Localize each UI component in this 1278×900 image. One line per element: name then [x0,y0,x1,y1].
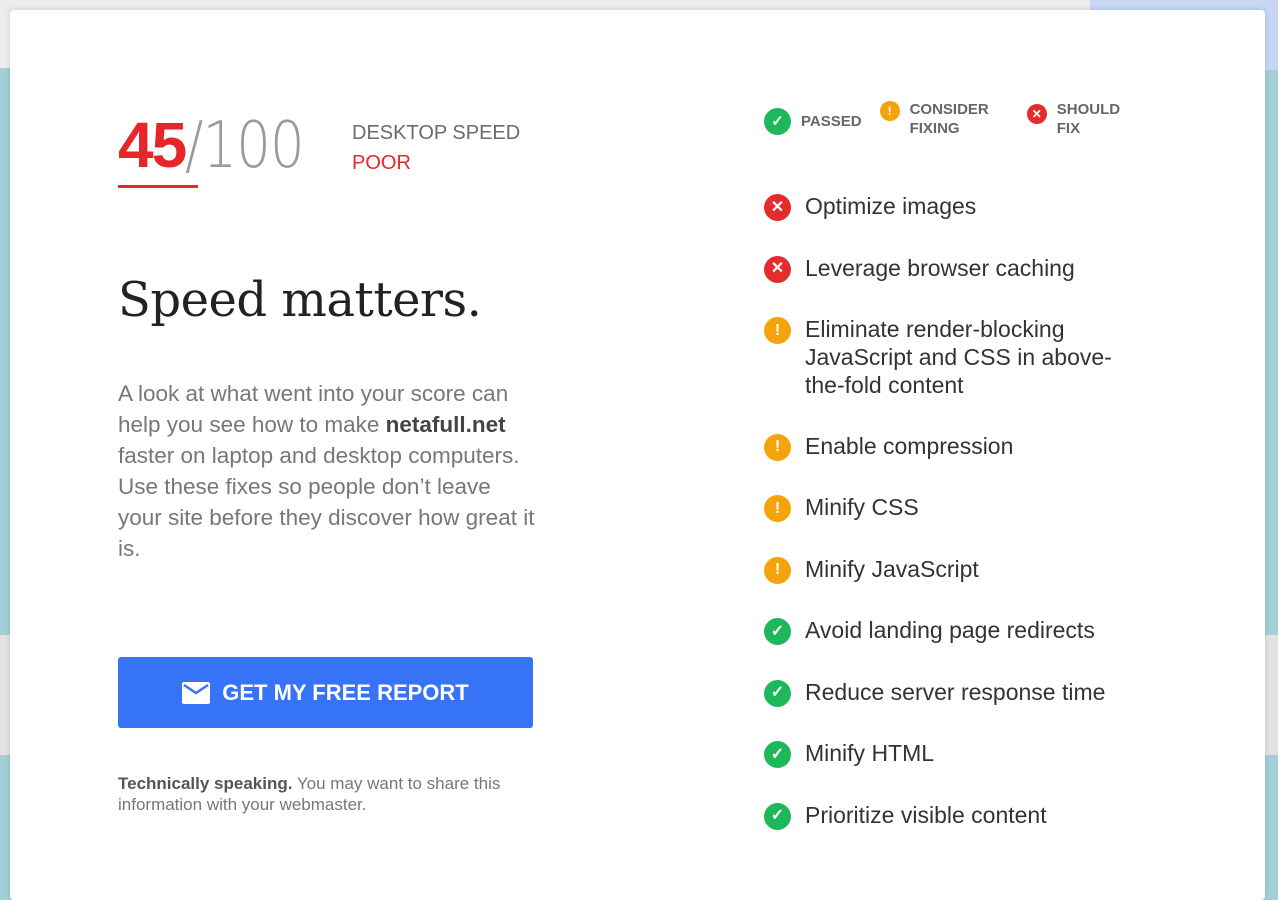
rule-item[interactable]: ! Eliminate render-blocking JavaScript an… [763,315,1133,399]
rule-item[interactable]: ✓ Minify HTML [763,739,1133,768]
score-underline [118,185,198,188]
mail-icon [182,681,211,704]
legend-consider: ! CONSIDER FIXING [879,100,989,138]
check-icon: ✓ [764,679,791,707]
rule-label: Avoid landing page redirects [805,617,1095,643]
technical-note: Technically speaking. You may want to sh… [118,773,558,815]
rule-label: Enable compression [805,432,1014,459]
check-icon: ✓ [764,618,791,645]
rule-item[interactable]: ✕ Leverage browser caching [763,254,1133,283]
rule-item[interactable]: ! Minify JavaScript [763,555,1133,584]
note-bold: Technically speaking. [118,774,293,793]
exclamation-icon: ! [764,495,791,522]
rules-list: ✕ Optimize images ✕ Leverage browser cachin… [763,192,1133,862]
page-title: Speed matters. [118,272,482,328]
x-icon: ✕ [764,255,791,283]
rule-item[interactable]: ✕ Optimize images [763,192,1133,221]
legend-should-label: SHOULD FIX [1056,101,1121,137]
site-name: netafull.net [385,412,506,437]
exclamation-icon: ! [879,101,900,121]
description-text-end: faster on laptop and desktop computers. … [118,443,535,561]
speed-label: DESKTOP SPEED [352,122,521,144]
exclamation-icon: ! [764,556,791,584]
score-display: 45 /100 [118,108,325,183]
get-free-report-button[interactable]: GET MY FREE REPORT [118,657,533,728]
check-icon: ✓ [764,108,791,135]
legend-passed-label: PASSED [801,113,862,130]
legend-consider-label: CONSIDER FIXING [909,101,989,137]
description: A look at what went into your score can … [118,378,538,564]
rule-label: Minify CSS [805,494,919,520]
rule-item[interactable]: ✓ Avoid landing page redirects [763,616,1133,645]
exclamation-icon: ! [764,317,791,344]
rule-item[interactable]: ✓ Prioritize visible content [763,801,1133,830]
rule-label: Minify HTML [805,740,935,766]
legend-passed: ✓ PASSED [764,108,862,135]
x-icon: ✕ [1026,104,1047,124]
rule-label: Prioritize visible content [805,801,1047,828]
speed-report-modal: 45 /100 DESKTOP SPEED POOR Speed matters… [10,10,1265,900]
score-value: 45 [118,109,187,181]
speed-rating: POOR [352,152,411,174]
x-icon: ✕ [764,194,791,221]
rule-item[interactable]: ! Enable compression [763,432,1133,461]
rule-label: Reduce server response time [805,678,1106,705]
rule-item[interactable]: ! Minify CSS [763,493,1133,522]
rule-label: Optimize images [805,193,977,219]
rule-label: Minify JavaScript [805,555,979,582]
rule-label: Leverage browser caching [805,254,1075,281]
legend: ✓ PASSED ! CONSIDER FIXING ✕ SHOULD FIX [764,100,1120,138]
score-max: /100 [185,109,305,183]
exclamation-icon: ! [764,433,791,461]
rule-label: Eliminate render-blocking JavaScript and… [805,316,1112,398]
cta-label: GET MY FREE REPORT [222,679,469,705]
check-icon: ✓ [764,741,791,768]
rule-item[interactable]: ✓ Reduce server response time [763,678,1133,707]
legend-should-fix: ✕ SHOULD FIX [1026,100,1121,138]
check-icon: ✓ [764,802,791,830]
